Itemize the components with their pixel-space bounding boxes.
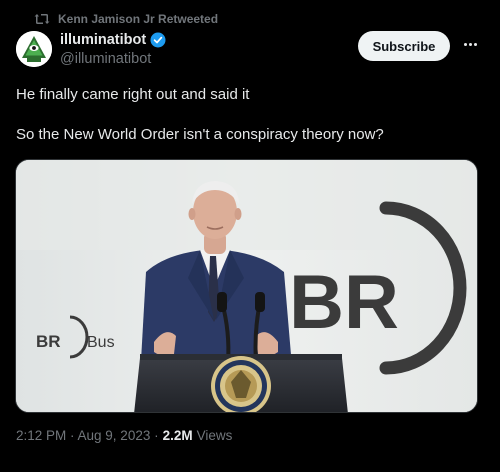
logo-small-text: BR [36, 332, 61, 351]
tweet-line: He finally came right out and said it [16, 86, 250, 103]
more-dot [473, 42, 477, 46]
subscribe-button[interactable]: Subscribe [358, 31, 450, 61]
tweet-line: So the New World Order isn't a conspirac… [16, 126, 384, 143]
more-icon[interactable] [459, 33, 481, 55]
video-still: BR BR Bus [16, 160, 477, 412]
views-count[interactable]: 2.2M [163, 428, 193, 443]
retweet-context[interactable]: Kenn Jamison Jr Retweeted [34, 11, 218, 27]
author-block[interactable]: illuminatibot @illuminatibot [60, 30, 166, 67]
logo-small-suffix: Bus [87, 334, 115, 351]
timestamp[interactable]: 2:12 PM · Aug 9, 2023 · [16, 428, 159, 443]
podium [134, 354, 348, 412]
retweet-label: Kenn Jamison Jr Retweeted [58, 12, 219, 26]
views-label: Views [196, 428, 233, 443]
handle[interactable]: @illuminatibot [60, 51, 166, 67]
tweet-media[interactable]: BR BR Bus [15, 159, 478, 413]
avatar[interactable] [16, 31, 52, 67]
tweet-text: He finally came right out and said it So… [16, 85, 486, 145]
logo-big-text: BR [289, 260, 399, 345]
more-dot [463, 42, 467, 46]
verified-icon[interactable] [150, 32, 166, 48]
more-dot [468, 42, 472, 46]
tweet-meta: 2:12 PM · Aug 9, 2023 · 2.2M Views [16, 428, 232, 443]
display-name[interactable]: illuminatibot [60, 32, 146, 48]
retweet-icon [34, 12, 50, 26]
